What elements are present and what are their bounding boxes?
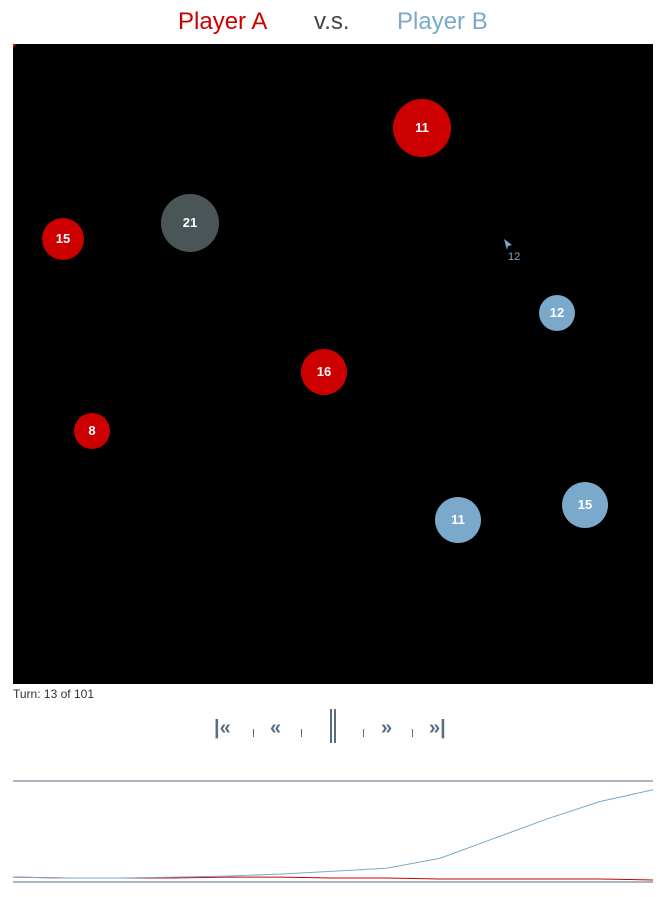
next-turn-button[interactable]: » <box>381 717 392 739</box>
planet: 12 <box>539 295 575 331</box>
control-separator <box>301 729 302 737</box>
match-header: Player A v.s. Player B <box>0 8 664 42</box>
pause-icon <box>330 709 332 743</box>
planet: 21 <box>161 194 219 252</box>
first-turn-button[interactable]: |« <box>214 717 231 739</box>
svg-text:11: 11 <box>415 120 429 135</box>
game-board: 11 21 15 12 16 8 11 15 12 <box>13 44 653 684</box>
playback-controls: |« « » »| <box>0 705 664 751</box>
planet: 11 <box>435 497 481 543</box>
board-canvas: 11 21 15 12 16 8 11 15 12 <box>13 44 608 543</box>
svg-text:12: 12 <box>550 305 564 320</box>
turn-label: Turn: <box>13 687 41 701</box>
score-chart <box>12 775 654 887</box>
svg-text:21: 21 <box>183 215 197 230</box>
player-a-name: Player A <box>178 8 268 35</box>
svg-text:11: 11 <box>451 512 465 527</box>
svg-text:15: 15 <box>578 497 592 512</box>
planet: 11 <box>393 99 451 157</box>
svg-text:8: 8 <box>88 423 95 438</box>
turn-total: 101 <box>73 687 94 701</box>
fleet-arrow-icon <box>504 239 512 250</box>
score-line-1 <box>12 789 654 879</box>
pause-button[interactable] <box>324 705 340 747</box>
control-separator <box>363 729 364 737</box>
control-separator <box>253 729 254 737</box>
svg-text:16: 16 <box>317 364 331 379</box>
turn-of-label: of <box>60 687 71 701</box>
score-chart-canvas <box>12 780 654 883</box>
previous-turn-button[interactable]: « <box>270 717 281 739</box>
planet: 15 <box>42 218 84 260</box>
turn-current: 13 <box>43 687 58 701</box>
last-turn-button[interactable]: »| <box>429 717 446 739</box>
corner-marker <box>13 44 17 48</box>
svg-text:15: 15 <box>56 231 70 246</box>
versus-label: v.s. <box>314 8 350 35</box>
planet: 8 <box>74 413 110 449</box>
player-b-name: Player B <box>397 8 488 35</box>
control-separator <box>412 729 413 737</box>
svg-text:12: 12 <box>508 251 520 263</box>
planet: 16 <box>301 349 347 395</box>
fleet: 12 <box>504 239 520 263</box>
planet: 15 <box>562 482 608 528</box>
turn-indicator: Turn: 13 of 101 <box>13 687 94 701</box>
